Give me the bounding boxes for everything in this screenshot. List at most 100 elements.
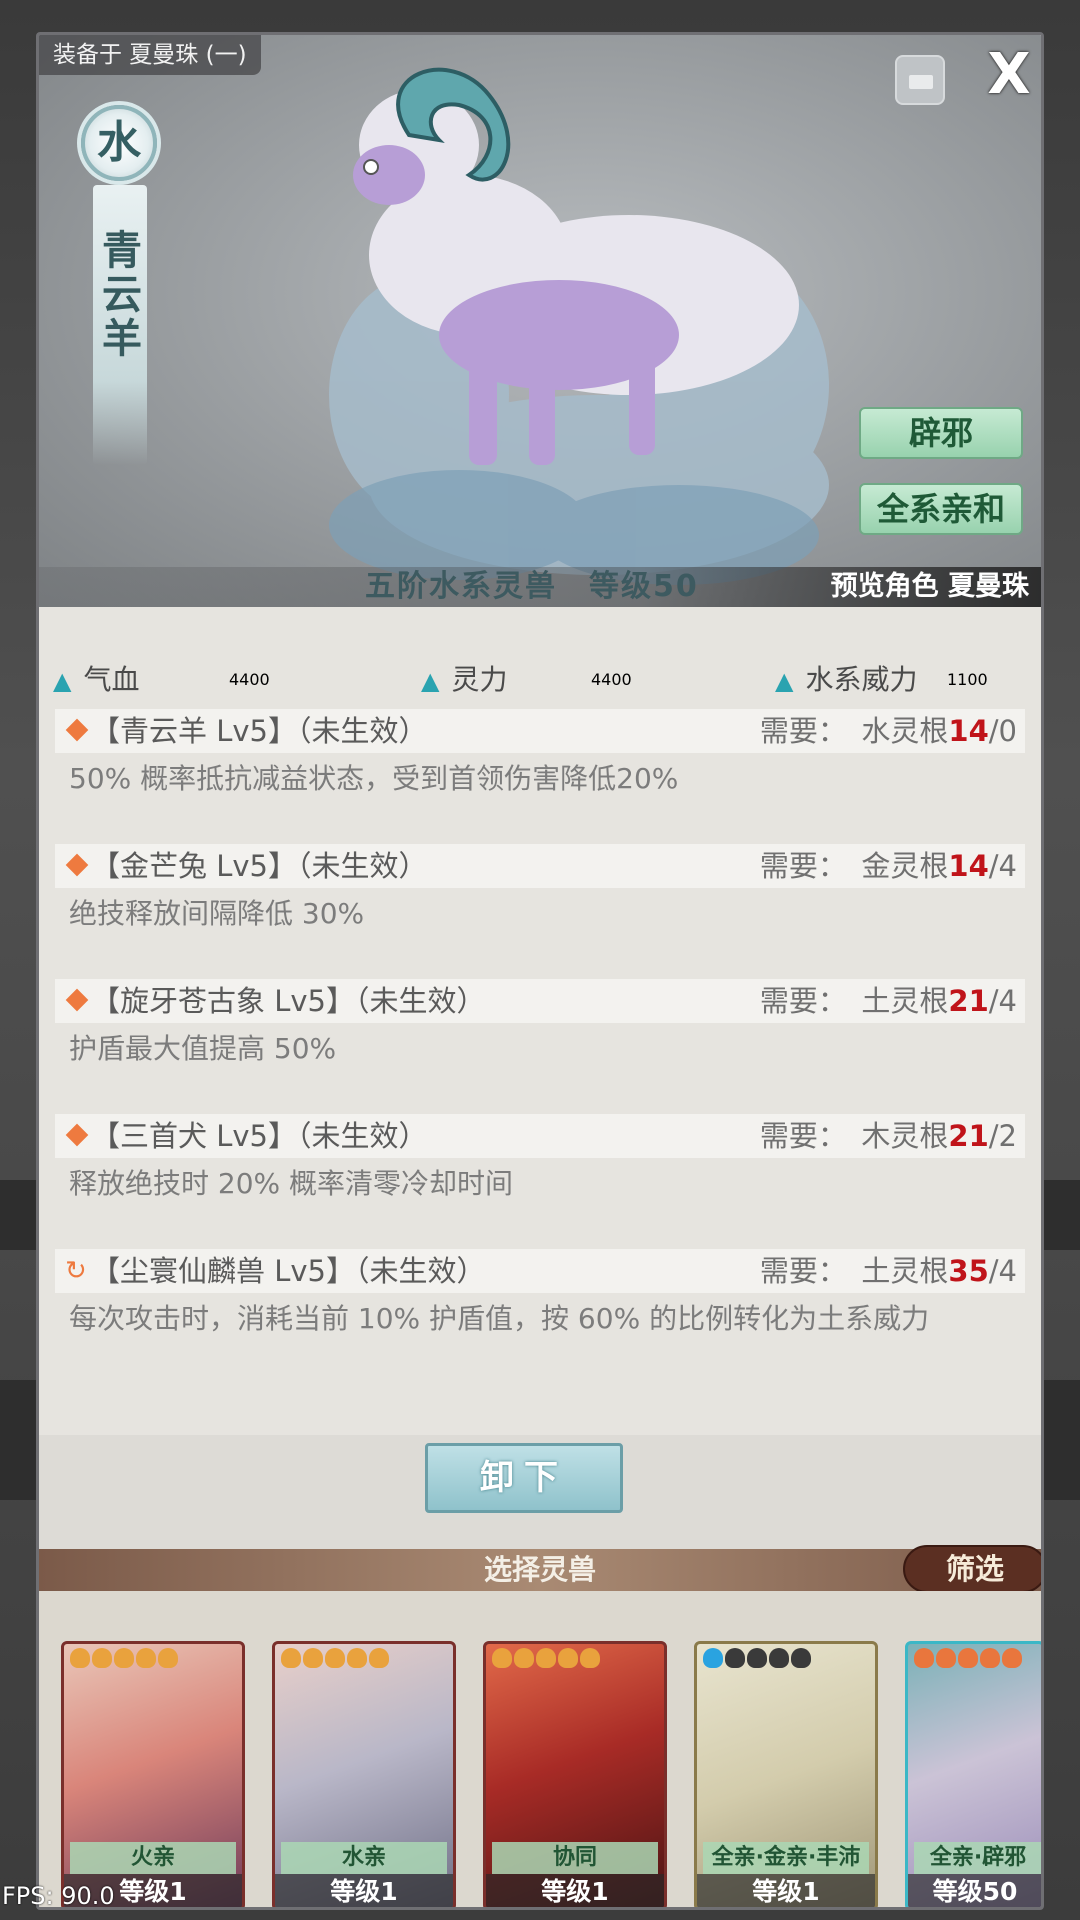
paw-star-icon	[369, 1648, 389, 1668]
skill-requirement: 需要： 土灵根35/4	[760, 1249, 1017, 1293]
refresh-icon: ↻	[65, 1256, 87, 1286]
star-rating	[703, 1648, 811, 1672]
card-affinity: 全亲·辟邪	[914, 1842, 1041, 1874]
paw-star-icon	[769, 1648, 789, 1668]
skill-header: 【青云羊 Lv5】（未生效） 需要： 水灵根14/0	[55, 709, 1025, 753]
skill-name: 【金芒兔 Lv5】（未生效）	[91, 849, 428, 883]
req-label: 需要： 金灵根	[759, 849, 949, 883]
req-label: 需要： 木灵根	[759, 1119, 949, 1153]
beast-illustration	[329, 67, 829, 585]
stats-row: ▲ 气血 4400 ▲ 灵力 4400 ▲ 水系威力 1100	[39, 655, 1041, 705]
skill-header: 【金芒兔 Lv5】（未生效） 需要： 金灵根14/4	[55, 844, 1025, 888]
skill-requirement: 需要： 土灵根21/4	[760, 979, 1017, 1023]
beast-card[interactable]: 协同 等级1	[483, 1641, 667, 1907]
unload-button[interactable]: 卸下	[425, 1443, 623, 1513]
skill-description: 绝技释放间隔降低 30%	[69, 897, 365, 930]
paw-star-icon	[136, 1648, 156, 1668]
req-need: 14	[948, 714, 989, 748]
beast-portrait-area: 装备于 夏曼珠 (一) 水 青云羊 X 辟邪 全系亲和 五阶水系灵兽 等级50 …	[39, 35, 1041, 607]
diamond-icon	[65, 853, 89, 877]
paw-star-icon	[980, 1648, 1000, 1668]
diamond-icon	[65, 718, 89, 742]
paw-star-icon	[114, 1648, 134, 1668]
skill-name: 【三首犬 Lv5】（未生效）	[91, 1119, 428, 1153]
paw-star-icon	[791, 1648, 811, 1668]
card-affinity: 全亲·金亲·丰沛	[703, 1842, 869, 1874]
paw-star-icon	[1002, 1648, 1022, 1668]
preview-character-text: 预览角色 夏曼珠	[830, 571, 1029, 602]
beast-card[interactable]: 火亲 等级1	[61, 1641, 245, 1907]
tag-ward-off-evil[interactable]: 辟邪	[859, 407, 1023, 459]
beast-card-list: 火亲 等级1 水亲 等级1 协同 等级1 全亲·金亲·丰沛 等级1 全亲·辟邪 …	[39, 1591, 1041, 1907]
req-have: /2	[988, 1119, 1017, 1153]
paw-star-icon	[558, 1648, 578, 1668]
req-need: 21	[948, 1119, 989, 1153]
filter-button[interactable]: 筛选	[903, 1545, 1041, 1593]
card-level: 等级1	[697, 1874, 875, 1907]
skill-description: 50% 概率抵抗减益状态，受到首领伤害降低20%	[69, 762, 679, 795]
card-level: 等级1	[486, 1874, 664, 1907]
card-level: 等级1	[275, 1874, 453, 1907]
paw-star-icon	[703, 1648, 723, 1668]
req-label: 需要： 土灵根	[759, 1254, 949, 1288]
stat-hp: ▲ 气血	[53, 655, 139, 705]
req-need: 21	[948, 984, 989, 1018]
paw-star-icon	[492, 1648, 512, 1668]
up-arrow-icon: ▲	[775, 667, 794, 695]
water-element-badge: 水	[81, 105, 157, 181]
beast-detail-panel: 装备于 夏曼珠 (一) 水 青云羊 X 辟邪 全系亲和 五阶水系灵兽 等级50 …	[36, 32, 1044, 1910]
paw-star-icon	[914, 1648, 934, 1668]
beast-card[interactable]: 全亲·金亲·丰沛 等级1	[694, 1641, 878, 1907]
beast-name: 青云羊	[95, 229, 142, 361]
skill-header: 【旋牙苍古象 Lv5】（未生效） 需要： 土灵根21/4	[55, 979, 1025, 1023]
beast-card-selected[interactable]: 全亲·辟邪 等级50	[905, 1641, 1041, 1907]
close-icon[interactable]: X	[981, 45, 1037, 105]
paw-star-icon	[514, 1648, 534, 1668]
paw-star-icon	[936, 1648, 956, 1668]
paw-star-icon	[158, 1648, 178, 1668]
paw-star-icon	[325, 1648, 345, 1668]
stat-label: 气血	[83, 663, 140, 696]
skill-description: 释放绝技时 20% 概率清零冷却时间	[69, 1167, 514, 1200]
up-arrow-icon: ▲	[53, 667, 72, 695]
req-need: 14	[948, 849, 989, 883]
req-label: 需要： 水灵根	[759, 714, 949, 748]
stat-spirit: ▲ 灵力	[421, 655, 507, 705]
diamond-icon	[65, 988, 89, 1012]
fps-counter: FPS: 90.0	[2, 1882, 115, 1910]
star-rating	[492, 1648, 600, 1672]
skill-header: ↻ 【尘寰仙麟兽 Lv5】（未生效） 需要： 土灵根35/4	[55, 1249, 1025, 1293]
req-have: /0	[988, 714, 1017, 748]
skill-requirement: 需要： 金灵根14/4	[760, 844, 1017, 888]
skill-description: 每次攻击时，消耗当前 10% 护盾值，按 60% 的比例转化为土系威力	[69, 1302, 930, 1335]
paw-star-icon	[70, 1648, 90, 1668]
req-label: 需要： 土灵根	[759, 984, 949, 1018]
beast-name-scroll: 青云羊	[93, 185, 147, 465]
stat-label: 灵力	[451, 663, 508, 696]
req-need: 35	[948, 1254, 989, 1288]
skill-description: 护盾最大值提高 50%	[69, 1032, 337, 1065]
paw-star-icon	[725, 1648, 745, 1668]
stat-value: 4400	[591, 670, 632, 689]
paw-star-icon	[281, 1648, 301, 1668]
paw-star-icon	[747, 1648, 767, 1668]
star-rating	[70, 1648, 178, 1672]
tier-level-text: 五阶水系灵兽 等级50	[365, 569, 699, 604]
skill-requirement: 需要： 木灵根21/2	[760, 1114, 1017, 1158]
req-have: /4	[988, 1254, 1017, 1288]
req-have: /4	[988, 984, 1017, 1018]
skill-header: 【三首犬 Lv5】（未生效） 需要： 木灵根21/2	[55, 1114, 1025, 1158]
card-affinity: 水亲	[281, 1842, 447, 1874]
req-have: /4	[988, 849, 1017, 883]
stat-value: 4400	[229, 670, 270, 689]
card-affinity: 协同	[492, 1842, 658, 1874]
stat-water-power: ▲ 水系威力	[775, 655, 917, 705]
equipped-on-label: 装备于 夏曼珠 (一)	[39, 35, 261, 75]
paw-star-icon	[958, 1648, 978, 1668]
paw-star-icon	[303, 1648, 323, 1668]
skill-requirement: 需要： 水灵根14/0	[760, 709, 1017, 753]
beast-card[interactable]: 水亲 等级1	[272, 1641, 456, 1907]
info-icon[interactable]	[895, 55, 945, 105]
star-rating	[914, 1648, 1022, 1672]
tag-full-affinity[interactable]: 全系亲和	[859, 483, 1023, 535]
